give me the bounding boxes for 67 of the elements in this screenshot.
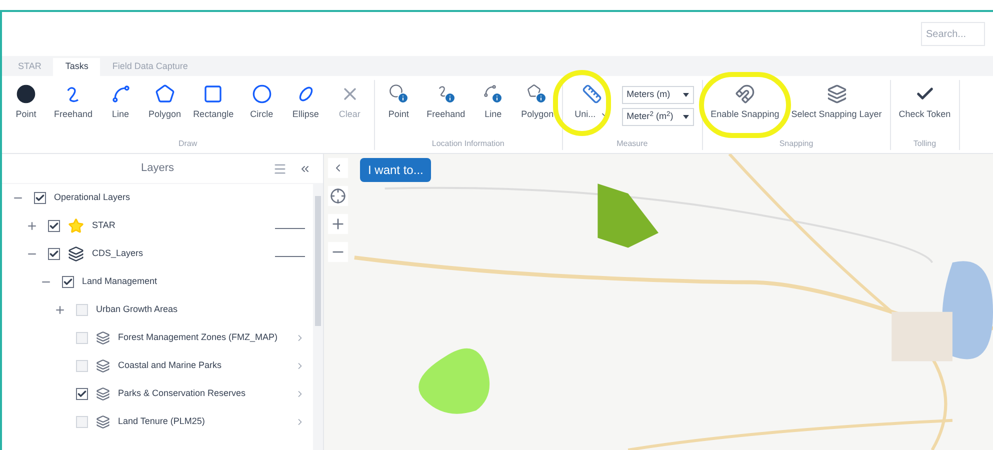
unit-select[interactable]: Meters (m) — [622, 86, 694, 104]
layer-icon — [96, 331, 110, 345]
layer-name[interactable]: STAR — [92, 219, 275, 233]
ribbon-button[interactable]: Freehand — [50, 80, 97, 132]
shape-info-icon — [527, 84, 548, 104]
layer-name[interactable]: Forest Management Zones (FMZ_MAP) — [118, 331, 295, 345]
layers-icon — [826, 84, 847, 104]
layer-name[interactable]: Urban Growth Areas — [96, 303, 305, 317]
ribbon-button[interactable]: Enable Snapping — [706, 80, 784, 132]
ribbon-button[interactable]: Point — [6, 80, 46, 132]
i-want-to-button[interactable]: I want to... — [360, 158, 432, 182]
ribbon-button[interactable]: Polygon — [517, 80, 558, 132]
layer-name[interactable]: Coastal and Marine Parks — [118, 359, 295, 373]
ribbon-button[interactable]: Rectangle — [189, 80, 238, 132]
checkbox[interactable] — [34, 192, 46, 204]
back-icon[interactable] — [328, 158, 348, 178]
checkbox[interactable] — [62, 276, 74, 288]
ribbon-button[interactable]: Freehand — [422, 80, 470, 132]
ribbon-button[interactable]: Ellipse — [286, 80, 326, 132]
layer-icon — [96, 415, 110, 429]
caret-icon — [682, 93, 689, 97]
unit-select[interactable]: Meter$^{2}$ (m$^{2}$) — [622, 108, 694, 126]
layer-icon — [96, 359, 110, 373]
ribbon-button[interactable]: Point — [378, 80, 419, 132]
circle-icon — [252, 84, 272, 104]
checkbox[interactable] — [76, 388, 88, 400]
locate-icon[interactable] — [328, 186, 348, 206]
ruler-icon — [582, 84, 602, 104]
panel-title: Layers — [140, 161, 176, 176]
measure-button[interactable]: Uni... — [570, 80, 614, 132]
layer-icon — [96, 387, 110, 401]
ribbon-button[interactable]: Circle — [242, 80, 282, 132]
star-icon — [68, 218, 84, 234]
group-label: Snapping — [779, 138, 814, 150]
checkbox[interactable] — [48, 220, 60, 232]
expand-icon[interactable] — [26, 220, 38, 232]
layer-name[interactable]: Land Management — [82, 275, 305, 289]
layer-name[interactable]: Parks & Conservation Reserves — [118, 387, 295, 401]
ribbon-button[interactable]: Check Token — [894, 80, 955, 132]
ribbon-button[interactable]: Line — [100, 80, 141, 132]
expand-icon[interactable] — [54, 304, 66, 316]
line-icon — [110, 84, 131, 104]
group-label: Tolling — [913, 138, 936, 150]
ribbon-button[interactable]: Select Snapping Layer — [787, 80, 886, 132]
zoom-in-icon[interactable] — [328, 214, 348, 234]
menu-icon[interactable] — [273, 162, 287, 176]
group-label: Measure — [616, 138, 648, 150]
point-icon — [16, 84, 36, 104]
ribbon-button[interactable]: Polygon — [144, 80, 186, 132]
magnet-icon — [734, 84, 755, 104]
ribbon-tab[interactable]: Tasks — [53, 58, 100, 76]
caret-icon — [682, 115, 689, 119]
zoom-out-icon[interactable] — [328, 242, 348, 262]
polygon-icon — [154, 84, 175, 104]
scrollbar[interactable] — [313, 184, 323, 450]
group-label: Draw — [178, 138, 198, 150]
layer-name[interactable]: Land Tenure (PLM25) — [118, 415, 295, 429]
layer-name[interactable]: CDS_Layers — [92, 247, 275, 261]
layers-icon — [68, 246, 84, 262]
search-field[interactable]: Search... — [921, 22, 985, 46]
group-label: Location Information — [432, 138, 504, 150]
rectangle-icon — [203, 84, 224, 104]
shape-info-icon — [483, 84, 504, 104]
ribbon-button[interactable]: Line — [473, 80, 514, 132]
checkbox[interactable] — [48, 248, 60, 260]
shape-info-icon — [388, 84, 409, 104]
layer-name[interactable]: Operational Layers — [54, 191, 305, 205]
